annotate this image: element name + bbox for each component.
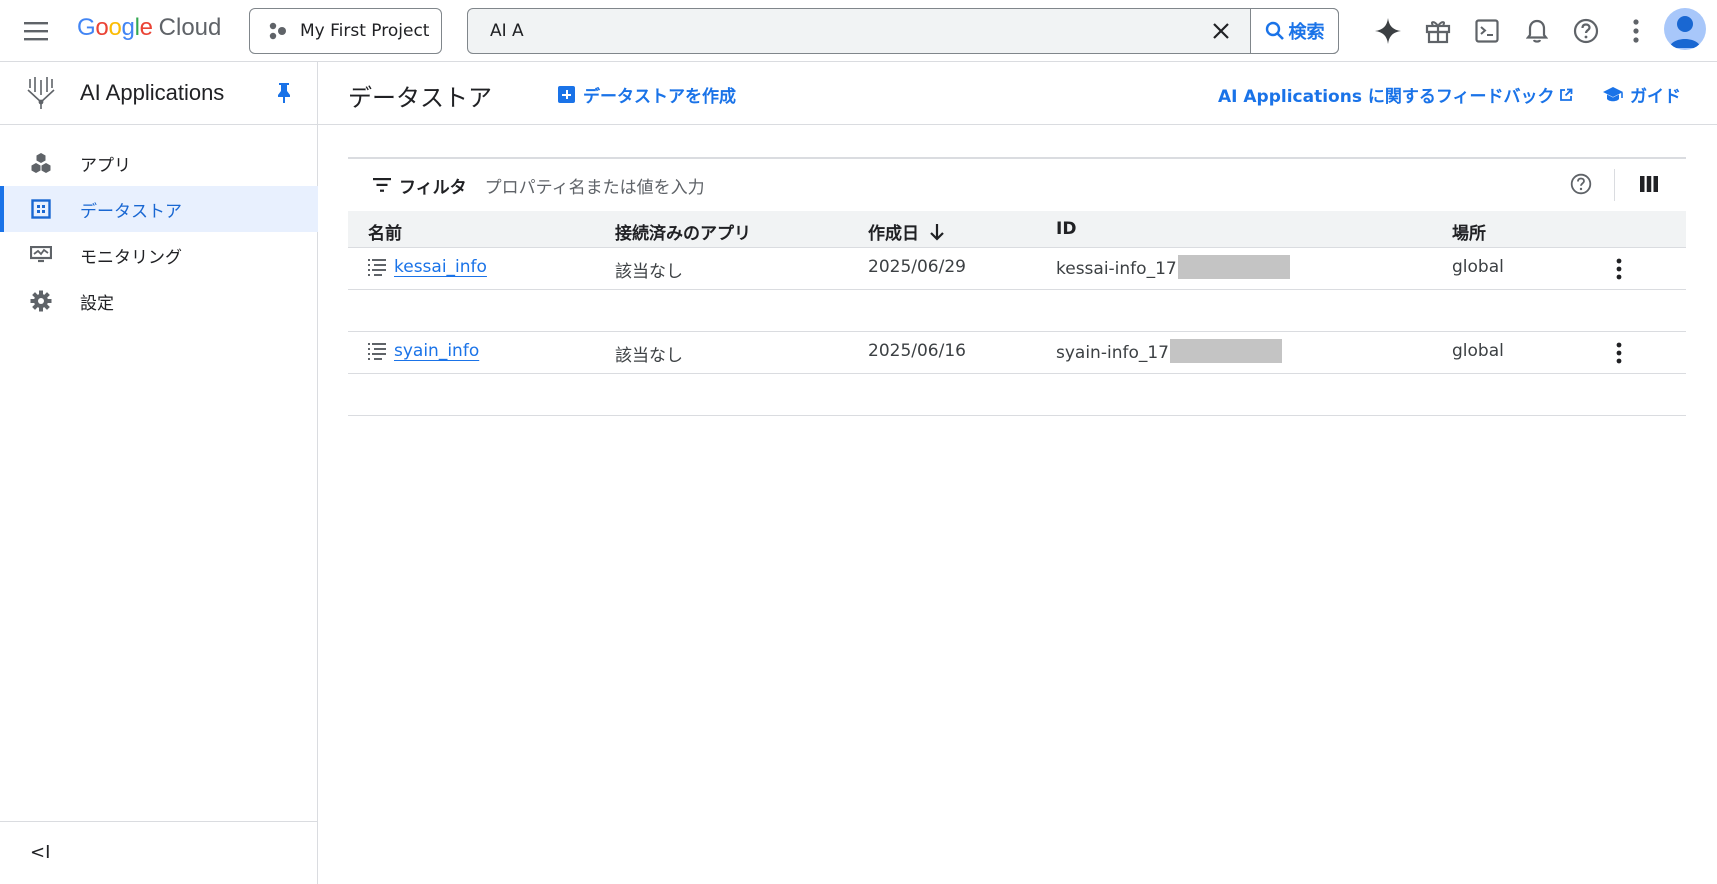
- column-header-id[interactable]: ID: [1056, 219, 1076, 239]
- clear-icon[interactable]: [1202, 13, 1240, 49]
- sidebar-item-apps[interactable]: アプリ: [0, 140, 318, 186]
- filter-bar[interactable]: フィルタ プロパティ名または値を入力: [348, 157, 1686, 211]
- help-icon[interactable]: [1566, 11, 1606, 51]
- row-name-cell: syain_info: [368, 341, 479, 361]
- sidebar-item-settings[interactable]: 設定: [0, 278, 318, 324]
- page-title: データストア: [348, 84, 492, 112]
- google-cloud-logo[interactable]: Google Cloud: [77, 14, 221, 48]
- table-footer-spacer: [348, 374, 1686, 416]
- datastore-name-link[interactable]: kessai_info: [394, 257, 487, 277]
- column-display-icon[interactable]: [1640, 175, 1658, 197]
- ai-applications-product-icon: [26, 76, 56, 114]
- table-row-spacer: [348, 290, 1686, 332]
- datastore-list-icon: [368, 259, 386, 276]
- column-header-name[interactable]: 名前: [368, 219, 402, 244]
- top-bar: Google Cloud My First Project AI A 検索: [0, 0, 1717, 62]
- sidebar-item-label: データストア: [80, 201, 182, 222]
- sidebar-title: AI Applications: [80, 80, 225, 105]
- sidebar-footer: <I: [0, 821, 318, 884]
- connected-apps-cell: 該当なし: [615, 262, 683, 282]
- page-header: データストア データストアを作成 AI Applications に関するフィー…: [318, 62, 1717, 125]
- connected-apps-cell: 該当なし: [615, 346, 683, 366]
- datastore-icon: [30, 198, 52, 220]
- location-cell: global: [1452, 257, 1504, 277]
- column-header-created-label: 作成日: [868, 224, 919, 244]
- search-input[interactable]: AI A: [490, 21, 524, 41]
- row-name-cell: kessai_info: [368, 257, 487, 277]
- collapse-sidebar-button[interactable]: <I: [30, 842, 50, 863]
- filter-help-icon[interactable]: [1570, 173, 1592, 199]
- datastore-name-link[interactable]: syain_info: [394, 341, 479, 361]
- gift-icon[interactable]: [1418, 11, 1458, 51]
- id-text: syain-info_17: [1056, 343, 1169, 363]
- filter-input[interactable]: プロパティ名または値を入力: [485, 173, 705, 198]
- column-header-connected-apps[interactable]: 接続済みのアプリ: [615, 219, 751, 244]
- sidebar-item-label: モニタリング: [80, 247, 182, 268]
- created-date-cell: 2025/06/16: [868, 341, 966, 361]
- add-box-icon: [558, 86, 575, 103]
- gemini-sparkle-icon[interactable]: [1368, 11, 1408, 51]
- sidebar-header: AI Applications: [0, 62, 317, 125]
- filter-divider: [1614, 169, 1615, 201]
- column-header-created[interactable]: 作成日: [868, 219, 945, 244]
- logo-google-text: Google: [77, 14, 153, 41]
- sidebar-item-label: 設定: [80, 293, 114, 314]
- filter-label: フィルタ: [399, 177, 467, 198]
- created-date-cell: 2025/06/29: [868, 257, 966, 277]
- school-icon: [1603, 86, 1623, 101]
- sidebar: AI Applications アプリ データストア モニタリング 設定 <I: [0, 62, 318, 884]
- sidebar-item-label: アプリ: [80, 155, 131, 176]
- notifications-bell-icon[interactable]: [1517, 11, 1557, 51]
- project-picker-button[interactable]: My First Project: [249, 8, 442, 54]
- create-datastore-label: データストアを作成: [583, 87, 736, 107]
- redacted-block: [1177, 255, 1290, 279]
- row-actions-more-icon[interactable]: [1616, 342, 1622, 368]
- open-in-new-icon: [1559, 88, 1572, 101]
- project-dots-icon: [268, 21, 288, 41]
- pin-icon[interactable]: [276, 82, 292, 108]
- filter-list-icon: [373, 178, 391, 192]
- feedback-label: AI Applications に関するフィードバック: [1218, 87, 1555, 107]
- row-actions-more-icon[interactable]: [1616, 258, 1622, 284]
- feedback-link[interactable]: AI Applications に関するフィードバック: [1218, 82, 1573, 107]
- datastore-list-icon: [368, 343, 386, 360]
- more-vert-icon[interactable]: [1616, 11, 1656, 51]
- settings-gear-icon: [30, 290, 52, 312]
- search-button-label: 検索: [1288, 22, 1325, 43]
- search-button[interactable]: 検索: [1250, 8, 1339, 54]
- search-icon: [1265, 21, 1284, 40]
- redacted-block: [1169, 339, 1282, 363]
- create-datastore-button[interactable]: データストアを作成: [558, 82, 736, 107]
- sidebar-item-monitoring[interactable]: モニタリング: [0, 232, 318, 278]
- location-cell: global: [1452, 341, 1504, 361]
- datastore-table: フィルタ プロパティ名または値を入力 名前 接続済みのアプリ 作成日 ID 場所…: [348, 157, 1686, 416]
- sidebar-nav: アプリ データストア モニタリング 設定: [0, 140, 318, 324]
- sort-descending-arrow-icon: [930, 223, 944, 241]
- apps-icon: [30, 152, 52, 174]
- table-header: 名前 接続済みのアプリ 作成日 ID 場所: [348, 211, 1686, 248]
- table-row: kessai_info 該当なし 2025/06/29 kessai-info_…: [348, 248, 1686, 290]
- guide-link[interactable]: ガイド: [1602, 82, 1681, 107]
- table-row: syain_info 該当なし 2025/06/16 syain-info_17…: [348, 332, 1686, 374]
- column-header-location[interactable]: 場所: [1452, 219, 1486, 244]
- id-text: kessai-info_17: [1056, 259, 1177, 279]
- main-menu-icon[interactable]: [16, 11, 56, 51]
- monitoring-icon: [30, 244, 52, 266]
- guide-label: ガイド: [1630, 87, 1681, 107]
- cloud-shell-icon[interactable]: [1467, 11, 1507, 51]
- account-avatar[interactable]: [1664, 8, 1706, 50]
- project-name: My First Project: [300, 21, 430, 41]
- logo-cloud-text: Cloud: [158, 14, 222, 41]
- sidebar-item-datastore[interactable]: データストア: [0, 186, 318, 232]
- id-cell: syain-info_17: [1056, 339, 1282, 365]
- id-cell: kessai-info_17: [1056, 255, 1290, 281]
